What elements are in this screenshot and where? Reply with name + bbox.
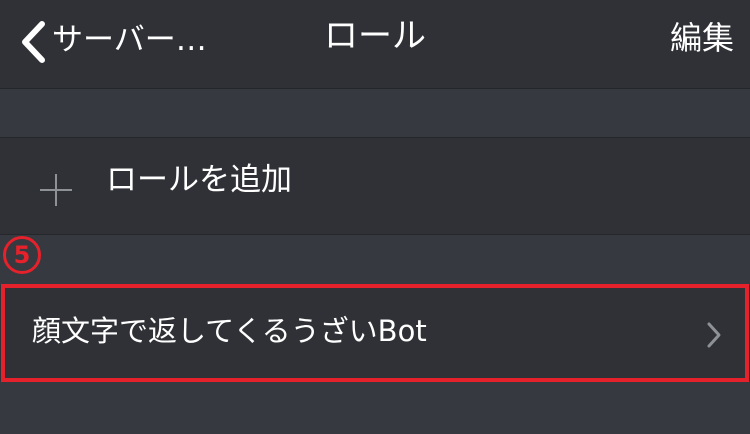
edit-button[interactable]: 編集: [670, 16, 734, 60]
plus-icon: [40, 174, 72, 206]
role-list-item[interactable]: 顔文字で返してくるうざいBot: [0, 285, 750, 381]
page-title: ロール: [324, 16, 426, 56]
role-name: 顔文字で返してくるうざいBot: [32, 314, 427, 348]
add-role-label: ロールを追加: [106, 162, 292, 198]
navigation-bar: サーバー… ロール 編集: [0, 0, 750, 89]
add-role-row[interactable]: ロールを追加: [0, 137, 750, 235]
chevron-right-icon: [707, 322, 721, 348]
step-number-badge: 5: [3, 236, 41, 274]
